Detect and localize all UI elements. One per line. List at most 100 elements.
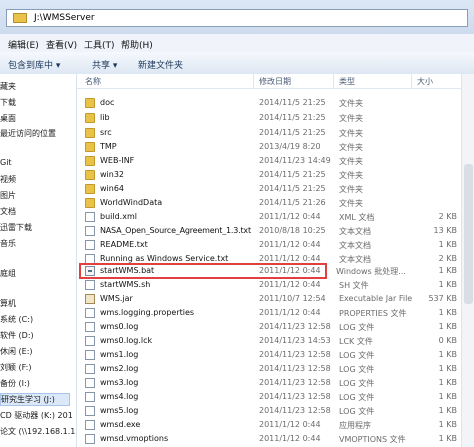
file-row-type-size: Windows 批处理... 1 KB (336, 264, 474, 278)
sidebar-item-desktop[interactable]: 桌面 (0, 113, 16, 124)
sidebar-item-thunder-downloads[interactable]: 迅雷下载 (0, 222, 32, 233)
file-date: 2011/1/12 0:44 (259, 212, 321, 221)
file-row[interactable]: wms2.log 2014/11/23 12:58 LOG 文件 1 KB (77, 362, 474, 376)
file-row[interactable]: WEB-INF 2014/11/23 14:49 文件夹 (77, 154, 474, 168)
file-row[interactable]: wms1.log 2014/11/23 12:58 LOG 文件 1 KB (77, 348, 474, 362)
file-row[interactable]: lib 2014/11/5 21:25 文件夹 (77, 111, 474, 125)
address-field[interactable]: J:\WMSServer (6, 9, 468, 27)
file-name: wms0.log (100, 322, 139, 331)
file-list: 名称 修改日期 类型 大小 doc 2014/11/5 21:25 文件夹 li… (77, 74, 474, 447)
vertical-scrollbar[interactable] (461, 74, 474, 447)
file-row-highlighted[interactable]: startWMS.bat 2011/1/12 0:44 (79, 263, 327, 279)
file-size: 537 KB (428, 294, 457, 303)
column-size[interactable]: 大小 (417, 76, 433, 87)
sidebar-item-drive-j[interactable]: 研究生学习 (J:) (0, 393, 70, 406)
file-date: 2014/11/5 21:25 (259, 170, 326, 179)
file-size: 1 KB (438, 280, 457, 289)
file-size: 1 KB (438, 406, 457, 415)
sidebar-item-videos[interactable]: 视频 (0, 174, 16, 185)
new-folder-button[interactable]: 新建文件夹 (138, 58, 183, 71)
file-name: TMP (100, 142, 117, 151)
sidebar-item-network-share[interactable]: 论文 (\\192.168.1.1 (0, 426, 75, 437)
sidebar-item-drive-f[interactable]: 刘颖 (F:) (0, 362, 31, 373)
executable-icon (85, 420, 95, 430)
file-row[interactable]: WorldWindData 2014/11/5 21:26 文件夹 (77, 196, 474, 210)
file-row[interactable]: wmsd.vmoptions 2011/1/12 0:44 VMOPTIONS … (77, 432, 474, 446)
sidebar-item-music[interactable]: 音乐 (0, 238, 16, 249)
file-icon (85, 280, 95, 290)
column-name[interactable]: 名称 (85, 76, 101, 87)
sidebar-item-drive-e[interactable]: 休闲 (E:) (0, 346, 33, 357)
sidebar-item-drive-i[interactable]: 备份 (I:) (0, 378, 30, 389)
file-size: 1 KB (438, 350, 457, 359)
file-row[interactable]: TMP 2013/4/19 8:20 文件夹 (77, 140, 474, 154)
file-name: wms3.log (100, 378, 139, 387)
file-date: 2010/8/18 10:25 (259, 226, 326, 235)
file-row[interactable]: win64 2014/11/5 21:25 文件夹 (77, 182, 474, 196)
file-icon (85, 364, 95, 374)
file-row[interactable]: src 2014/11/5 21:25 文件夹 (77, 126, 474, 140)
menu-edit[interactable]: 编辑(E) (8, 38, 39, 51)
column-divider[interactable] (333, 74, 334, 88)
folder-icon (85, 128, 95, 138)
file-row[interactable]: wmsd.exe 2011/1/12 0:44 应用程序 1 KB (77, 418, 474, 432)
file-date: 2011/1/12 0:44 (259, 240, 321, 249)
file-row[interactable]: wms0.log.lck 2014/11/23 14:53 LCK 文件 0 K… (77, 334, 474, 348)
column-divider[interactable] (411, 74, 412, 88)
file-date: 2014/11/23 12:58 (259, 350, 331, 359)
file-type: 文件夹 (339, 129, 363, 138)
file-row[interactable]: wms4.log 2014/11/23 12:58 LOG 文件 1 KB (77, 390, 474, 404)
file-date: 2014/11/5 21:26 (259, 198, 326, 207)
folder-icon (85, 170, 95, 180)
file-name: win64 (100, 184, 125, 193)
file-type: 文件夹 (339, 157, 363, 166)
sidebar-item-git[interactable]: Git (0, 158, 12, 167)
file-row[interactable]: README.txt 2011/1/12 0:44 文本文档 1 KB (77, 238, 474, 252)
sidebar-item-drive-c[interactable]: 系统 (C:) (0, 314, 33, 325)
column-divider[interactable] (253, 74, 254, 88)
sidebar-item-pictures[interactable]: 图片 (0, 190, 16, 201)
file-name: wmsd.vmoptions (100, 434, 169, 443)
sidebar-item-drive-d[interactable]: 软件 (D:) (0, 330, 34, 341)
menu-help[interactable]: 帮助(H) (121, 38, 153, 51)
sidebar-item-downloads[interactable]: 下载 (0, 97, 16, 108)
column-date[interactable]: 修改日期 (259, 76, 291, 87)
menu-tools[interactable]: 工具(T) (84, 38, 115, 51)
file-size: 2 KB (438, 254, 457, 263)
share-button[interactable]: 共享 ▾ (92, 58, 117, 71)
batch-file-icon (85, 266, 95, 276)
file-row[interactable]: WMS.jar 2011/10/7 12:54 Executable Jar F… (77, 292, 474, 306)
sidebar-item-favorites[interactable]: 藏夹 (0, 81, 16, 92)
sidebar-item-drive-k[interactable]: CD 驱动器 (K:) 201 (0, 410, 73, 421)
menu-view[interactable]: 查看(V) (46, 38, 77, 51)
file-name: wms5.log (100, 406, 139, 415)
sidebar-item-computer[interactable]: 算机 (0, 298, 16, 309)
file-name: build.xml (100, 212, 137, 221)
file-row[interactable]: doc 2014/11/5 21:25 文件夹 (77, 96, 474, 110)
file-name: wms1.log (100, 350, 139, 359)
file-size: 1 KB (438, 266, 457, 275)
file-date: 2014/11/23 12:58 (259, 392, 331, 401)
column-type[interactable]: 类型 (339, 76, 355, 87)
file-row[interactable]: wms5.log 2014/11/23 12:58 LOG 文件 1 KB (77, 404, 474, 418)
file-row[interactable]: wms3.log 2014/11/23 12:58 LOG 文件 1 KB (77, 376, 474, 390)
file-row[interactable]: wms0.log 2014/11/23 12:58 LOG 文件 1 KB (77, 320, 474, 334)
file-name: WEB-INF (100, 156, 135, 165)
file-row[interactable]: build.xml 2011/1/12 0:44 XML 文档 2 KB (77, 210, 474, 224)
sidebar-item-homegroup[interactable]: 庭组 (0, 268, 16, 279)
file-icon (85, 308, 95, 318)
file-date: 2014/11/23 14:53 (259, 336, 331, 345)
sidebar-item-documents[interactable]: 文档 (0, 206, 16, 217)
file-name: NASA_Open_Source_Agreement_1.3.txt (100, 226, 251, 235)
file-name: WMS.jar (100, 294, 133, 303)
file-row[interactable]: NASA_Open_Source_Agreement_1.3.txt 2010/… (77, 224, 474, 238)
include-in-library-button[interactable]: 包含到库中 ▾ (8, 58, 60, 71)
sidebar-item-recent[interactable]: 最近访问的位置 (0, 128, 56, 139)
file-row[interactable]: wms.logging.properties 2011/1/12 0:44 PR… (77, 306, 474, 320)
navigation-pane: 藏夹 下载 桌面 最近访问的位置 Git 视频 图片 文档 迅雷下载 音乐 庭组… (0, 74, 77, 447)
file-row[interactable]: win32 2014/11/5 21:25 文件夹 (77, 168, 474, 182)
scrollbar-thumb[interactable] (464, 164, 473, 304)
file-icon (85, 336, 95, 346)
file-row[interactable]: startWMS.sh 2011/1/12 0:44 SH 文件 1 KB (77, 278, 474, 292)
file-type: 文件夹 (339, 185, 363, 194)
